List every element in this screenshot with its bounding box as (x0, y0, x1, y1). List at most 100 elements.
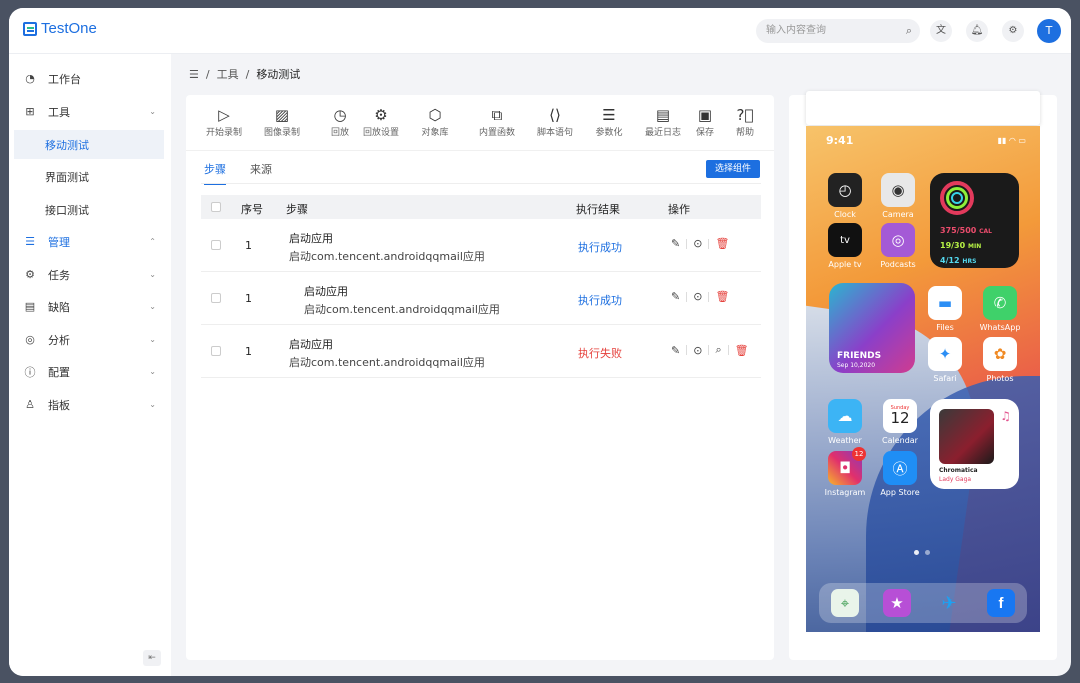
breadcrumb-item[interactable]: 工具 (217, 66, 239, 82)
list-icon: ☰ (25, 235, 35, 248)
play-circle-icon[interactable]: ⊙ (693, 290, 702, 303)
app-whatsapp[interactable]: ✆ WhatsApp (977, 286, 1023, 332)
photos-widget[interactable]: FRIENDS Sep 10,2020 (829, 283, 915, 373)
chevron-down-icon: ⌄ (149, 335, 156, 344)
app-instagram[interactable]: ◘ Instagram 12 (822, 447, 868, 497)
bell-icon[interactable]: 🔔︎ (966, 20, 988, 42)
activity-widget[interactable]: 375/500 CAL 19/30 MIN 4/12 HRS (930, 173, 1019, 268)
search-icon[interactable]: ⌕ (906, 19, 912, 43)
tool-builtin-functions[interactable]: ⧉ 内置函数 (469, 105, 525, 138)
settings-icon[interactable]: ⚙ (1002, 20, 1024, 42)
table-row[interactable]: 1 启动应用 启动com.tencent.androidqqmail应用 执行成… (201, 272, 761, 325)
result-status: 执行失败 (578, 347, 622, 360)
app-files[interactable]: ▬ Files (922, 286, 968, 332)
itunes-icon[interactable]: ★ (883, 589, 911, 617)
sidebar-item-analysis[interactable]: ◎ 分析 ⌄ (14, 325, 164, 354)
twitter-icon[interactable]: ✈ (935, 589, 963, 617)
delete-icon[interactable]: 🗑︎ (735, 344, 749, 357)
app-appstore[interactable]: Ⓐ App Store (877, 451, 923, 497)
tab-steps[interactable]: 步骤 (204, 161, 226, 185)
avatar[interactable]: T (1037, 19, 1061, 43)
sidebar-item-label: 配置 (48, 365, 70, 379)
table-row[interactable]: 1 启动应用 启动com.tencent.androidqqmail应用 执行成… (201, 219, 761, 272)
table-row[interactable]: 1 启动应用 启动com.tencent.androidqqmail应用 执行失… (201, 325, 761, 378)
status-time: 9:41 (826, 134, 854, 147)
row-checkbox[interactable] (211, 346, 221, 356)
sidebar-item-manage[interactable]: ☰ 管理 ⌃ (14, 227, 164, 256)
sidebar-item-mobile-test[interactable]: 移动测试 (14, 130, 164, 159)
translate-icon[interactable]: 文 (930, 20, 952, 42)
friends-date: Sep 10,2020 (837, 362, 876, 369)
sidebar-item-workbench[interactable]: ◔ 工作台 (14, 64, 164, 93)
play-circle-icon[interactable]: ⊙ (693, 237, 702, 250)
play-file-icon: ▷ (218, 106, 230, 124)
collapse-sidebar-icon[interactable]: ⇤ (143, 650, 161, 666)
stand-value: 4/12 (940, 256, 960, 265)
row-actions: ✎ ⊙ 🗑︎ (671, 237, 729, 250)
tool-script-statement[interactable]: ⟨⟩ 脚本语句 (527, 105, 583, 138)
select-component-button[interactable]: 选择组件 (706, 160, 760, 178)
delete-icon[interactable]: 🗑︎ (715, 290, 729, 303)
move-value: 375/500 (940, 226, 977, 235)
menu-icon[interactable]: ☰ (189, 68, 199, 81)
app-clock[interactable]: ◴ Clock (822, 173, 868, 219)
edit-icon[interactable]: ✎ (671, 344, 680, 357)
result-status: 执行成功 (578, 294, 622, 307)
row-index: 1 (245, 239, 252, 252)
step-title: 启动应用 (304, 285, 348, 298)
maps-icon[interactable]: ⌖ (831, 589, 859, 617)
sidebar-item-label: 工作台 (48, 72, 81, 86)
chevron-up-icon: ⌃ (149, 237, 156, 246)
activity-rings-icon (940, 181, 974, 215)
edit-icon[interactable]: ✎ (671, 237, 680, 250)
sidebar-item-label: 指板 (48, 398, 70, 412)
sidebar-item-ui-test[interactable]: 界面测试 (14, 162, 164, 191)
tool-playback-settings[interactable]: ⚙ 回放设置 (353, 105, 409, 138)
sidebar-item-board[interactable]: ♙ 指板 ⌄ (14, 390, 164, 419)
delete-icon[interactable]: 🗑︎ (715, 237, 729, 250)
edit-icon[interactable]: ✎ (671, 290, 680, 303)
play-circle-icon[interactable]: ⊙ (693, 344, 702, 357)
tool-parameterize[interactable]: ☰ 参数化 (581, 105, 637, 138)
search-input[interactable]: 输入内容查询 ⌕ (756, 19, 920, 43)
function-icon: ⧉ (491, 106, 503, 124)
row-checkbox[interactable] (211, 240, 221, 250)
breadcrumb-current: 移动测试 (256, 68, 301, 81)
tool-start-record[interactable]: ▷ 开始录制 (196, 105, 252, 138)
sidebar-item-config[interactable]: ⓘ 配置 ⌄ (14, 357, 164, 386)
step-title: 启动应用 (289, 338, 333, 351)
sidebar-item-api-test[interactable]: 接口测试 (14, 195, 164, 224)
phone-screen[interactable]: 9:41 ▮▮ ◠ ▭ ◴ Clock ◉ Camera tv Apple tv ◎ P… (806, 126, 1040, 632)
app-appletv[interactable]: tv Apple tv (822, 223, 868, 269)
select-all-checkbox[interactable] (211, 202, 221, 212)
sidebar: ◔ 工作台 ⊞ 工具 ⌄ 移动测试 界面测试 接口测试 ☰ 管理 ⌃ ⚙ 任务 … (9, 54, 171, 676)
app-camera[interactable]: ◉ Camera (875, 173, 921, 219)
sidebar-item-tasks[interactable]: ⚙ 任务 ⌄ (14, 260, 164, 289)
row-actions: ✎ ⊙ 🗑︎ (671, 290, 729, 303)
app-calendar[interactable]: Sunday 12 Calendar (877, 399, 923, 445)
tool-image-record[interactable]: ▨ 图像录制 (254, 105, 310, 138)
tab-source[interactable]: 来源 (250, 161, 272, 185)
sidebar-item-tools[interactable]: ⊞ 工具 ⌄ (14, 97, 164, 126)
sidebar-item-label: 工具 (48, 105, 70, 119)
app-photos[interactable]: ✿ Photos (977, 337, 1023, 383)
device-preview-panel: 9:41 ▮▮ ◠ ▭ ◴ Clock ◉ Camera tv Apple tv ◎ P… (789, 91, 1057, 660)
dock: ⌖ ★ ✈ f (819, 583, 1027, 623)
info-icon: ⓘ (24, 365, 36, 379)
app-weather[interactable]: ☁ Weather (822, 399, 868, 445)
sidebar-item-defects[interactable]: ▤ 缺陷 ⌄ (14, 292, 164, 321)
logo[interactable]: TestOne (23, 20, 97, 37)
row-checkbox[interactable] (211, 293, 221, 303)
app-safari[interactable]: ✦ Safari (922, 337, 968, 383)
toolbar: ▷ 开始录制 ▨ 图像录制 ◷ 回放 ⚙ 回放设置 ⬡ 对象库 ⧉ 内置函数 ⟨⟩ 脚本语句 … (186, 95, 774, 151)
app-podcasts[interactable]: ◎ Podcasts (875, 223, 921, 269)
facebook-icon[interactable]: f (987, 589, 1015, 617)
document-icon: ▤ (24, 300, 36, 313)
column-result: 执行结果 (576, 203, 620, 216)
tool-help[interactable]: ?⃝ 帮助 (717, 105, 773, 138)
search-icon[interactable]: ⌕ (715, 343, 721, 357)
tool-object-library[interactable]: ⬡ 对象库 (407, 105, 463, 138)
sidebar-item-label: 分析 (48, 333, 70, 347)
music-widget[interactable]: ♫ Chromatica Lady Gaga (930, 399, 1019, 489)
sidebar-item-label: 任务 (48, 268, 70, 282)
